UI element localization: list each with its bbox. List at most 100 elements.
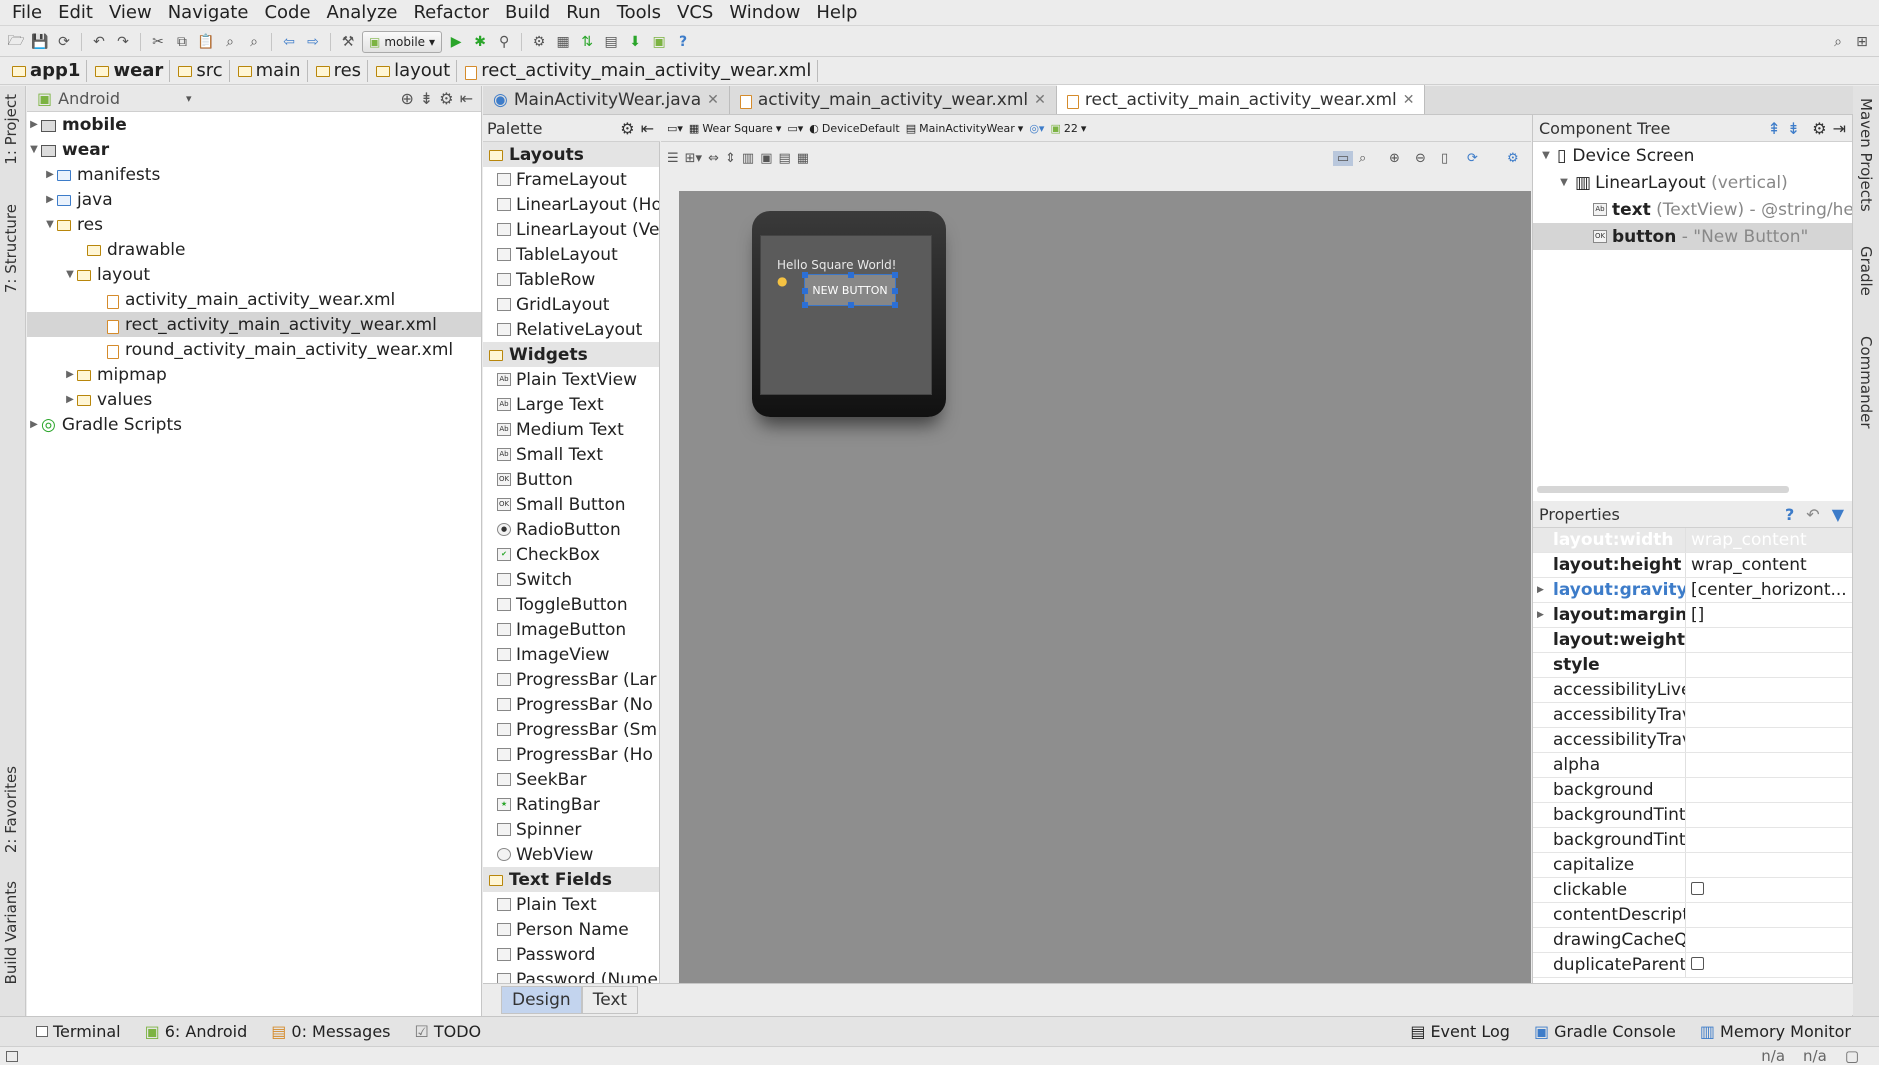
tab-rect-xml[interactable]: rect_activity_main_activity_wear.xml ✕ [1056,85,1426,114]
messages-tool-button[interactable]: ▤ 0: Messages [259,1022,402,1041]
expand-arrow-icon[interactable]: ▶ [27,419,41,430]
collapse-arrow-icon[interactable]: ▼ [1557,177,1571,188]
zoom-in-icon[interactable]: ⊕ [1389,151,1400,166]
close-icon[interactable]: ✕ [1034,92,1046,108]
palette-item[interactable]: WebView [483,842,659,867]
todo-tool-button[interactable]: ☑ TODO [403,1022,494,1041]
tree-item-drawable[interactable]: drawable [27,237,481,262]
open-folder-icon[interactable]: 🗁 [6,32,26,52]
expand-arrow-icon[interactable]: ▶ [1537,610,1544,620]
property-row[interactable]: background [1533,778,1852,803]
paste-icon[interactable]: 📋 [196,32,216,52]
palette-group-layouts[interactable]: Layouts [483,142,659,167]
palette-item[interactable]: Plain Text [483,892,659,917]
palette-item[interactable]: Ab Small Text [483,442,659,467]
menu-run[interactable]: Run [558,0,609,26]
memory-monitor-tool-button[interactable]: ▥ Memory Monitor [1688,1022,1863,1041]
gear-icon[interactable]: ⚙ [439,89,453,108]
redo-icon[interactable]: ↷ [113,32,133,52]
hide-panel-icon[interactable]: ⇤ [460,89,473,108]
palette-item[interactable]: RelativeLayout [483,317,659,342]
resize-handle[interactable] [848,272,854,278]
structure-tool-tab[interactable]: 7: Structure [2,204,20,293]
tree-item-res[interactable]: ▼ res [27,212,481,237]
palette-item[interactable]: SeekBar [483,767,659,792]
collapse-arrow-icon[interactable]: ▼ [63,269,77,280]
lightbulb-icon[interactable]: ● [777,274,787,288]
debug-icon[interactable]: ✱ [470,32,490,52]
palette-item[interactable]: ProgressBar (Ho [483,742,659,767]
property-row[interactable]: style [1533,653,1852,678]
menu-vcs[interactable]: VCS [669,0,721,26]
make-project-icon[interactable]: ⚒ [338,32,358,52]
property-row[interactable]: accessibilityLiveR [1533,678,1852,703]
palette-item[interactable]: OK Small Button [483,492,659,517]
expand-arrow-icon[interactable]: ▶ [43,194,57,205]
palette-item[interactable]: Switch [483,567,659,592]
new-button-preview[interactable]: NEW BUTTON [802,272,898,308]
palette-item[interactable]: Ab Plain TextView [483,367,659,392]
hide-panel-icon[interactable]: ⇤ [641,119,654,138]
theme-select[interactable]: ◐ DeviceDefault [809,122,899,135]
layout-actions-icon[interactable]: ☰ [667,151,679,166]
sdk-manager-icon[interactable]: ▦ [553,32,573,52]
resize-handle[interactable] [848,302,854,308]
filter-icon[interactable]: ▼ [1832,505,1844,524]
resize-handle[interactable] [802,302,808,308]
menu-code[interactable]: Code [256,0,318,26]
collapse-all-icon[interactable]: ⇟ [420,89,433,108]
property-row[interactable]: drawingCacheQu [1533,928,1852,953]
breadcrumb-src[interactable]: src [174,59,230,82]
palette-item[interactable]: Ab Medium Text [483,417,659,442]
expand-all-icon[interactable]: ⇞ [1767,119,1780,138]
android-tool-button[interactable]: ▣ 6: Android [133,1022,260,1041]
palette-item[interactable]: ● RadioButton [483,517,659,542]
distribute-icon[interactable]: ▦ [797,151,809,166]
palette-item[interactable]: LinearLayout (Ho [483,192,659,217]
menu-refactor[interactable]: Refactor [405,0,497,26]
menu-tools[interactable]: Tools [609,0,669,26]
event-log-tool-button[interactable]: ▤ Event Log [1398,1022,1522,1041]
close-icon[interactable]: ✕ [1403,92,1415,108]
help-icon[interactable]: ? [1785,505,1794,524]
breadcrumb-file[interactable]: rect_activity_main_activity_wear.xml [461,59,819,82]
back-icon[interactable]: ⇦ [279,32,299,52]
property-row[interactable]: layout:width wrap_content [1533,528,1852,553]
palette-item[interactable]: ★ RatingBar [483,792,659,817]
sync-icon[interactable]: ⟳ [54,32,74,52]
palette-item[interactable]: TableLayout [483,242,659,267]
save-all-icon[interactable]: 💾 [30,32,50,52]
menu-help[interactable]: Help [808,0,865,26]
tab-activity-xml[interactable]: activity_main_activity_wear.xml ✕ [730,86,1057,114]
property-value[interactable] [1686,955,1852,975]
collapse-all-icon[interactable]: ⇟ [1787,119,1800,138]
tree-item-mobile[interactable]: ▶ mobile [27,112,481,137]
project-structure-icon[interactable]: ⚙ [529,32,549,52]
palette-item[interactable]: TableRow [483,267,659,292]
duplicate-parent-state-checkbox[interactable] [1691,957,1704,970]
menu-file[interactable]: File [4,0,50,26]
property-row[interactable]: ▶ layout:margin[] [1533,603,1852,628]
tree-item-mipmap[interactable]: ▶ mipmap [27,362,481,387]
property-row[interactable]: layout:weight [1533,628,1852,653]
tree-item-wear[interactable]: ▼ wear [27,137,481,162]
replace-icon[interactable]: ⌕ [244,32,264,52]
copy-icon[interactable]: ⧉ [172,32,192,52]
build-variants-tool-tab[interactable]: Build Variants [2,881,20,984]
gradle-tool-tab[interactable]: Gradle [1857,246,1875,296]
palette-item[interactable]: Spinner [483,817,659,842]
property-row[interactable]: clickable [1533,878,1852,903]
palette-item[interactable]: FrameLayout [483,167,659,192]
run-config-select[interactable]: ▣ mobile ▾ [362,30,443,53]
gear-icon[interactable]: ⚙ [1812,119,1826,138]
property-value[interactable]: wrap_content [1686,530,1852,550]
locale-icon[interactable]: ◎▾ [1029,122,1044,135]
property-row[interactable]: contentDescript [1533,903,1852,928]
tab-text[interactable]: Text [581,985,639,1014]
toggle-tool-windows-icon[interactable] [6,1050,18,1062]
property-row[interactable]: alpha [1533,753,1852,778]
gradle-console-tool-button[interactable]: ▣ Gradle Console [1522,1022,1688,1041]
breadcrumb-main[interactable]: main [234,59,308,82]
menu-window[interactable]: Window [721,0,808,26]
collapse-arrow-icon[interactable]: ▼ [43,219,57,230]
